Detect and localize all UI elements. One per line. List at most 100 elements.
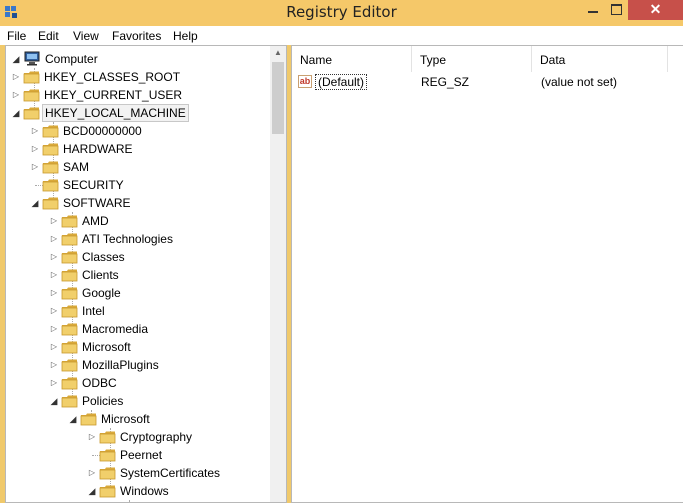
tree-item-label: Google <box>82 286 121 300</box>
tree-item-key[interactable]: ▷ AMD <box>6 212 268 230</box>
tree-item-label: AMD <box>82 214 109 228</box>
tree-item-key[interactable]: ▷ MozillaPlugins <box>6 356 268 374</box>
collapsed-arrow-icon[interactable]: ▷ <box>30 122 40 140</box>
menu-view[interactable]: View <box>73 29 99 43</box>
tree-item-key[interactable]: ▷ BCD00000000 <box>6 122 268 140</box>
collapsed-arrow-icon[interactable]: ▷ <box>87 428 97 446</box>
tree-item-key[interactable]: ▷ SystemCertificates <box>6 464 268 482</box>
column-header-name[interactable]: Name <box>292 46 412 72</box>
collapsed-arrow-icon[interactable]: ▷ <box>49 212 59 230</box>
collapsed-arrow-icon[interactable]: ▷ <box>49 248 59 266</box>
value-row[interactable]: ab (Default) REG_SZ (value not set) <box>292 73 682 91</box>
folder-icon <box>99 484 116 498</box>
collapsed-arrow-icon[interactable]: ▷ <box>49 284 59 302</box>
close-icon: ✕ <box>649 1 662 17</box>
collapsed-arrow-icon[interactable]: ▷ <box>49 338 59 356</box>
tree-item-label: Microsoft <box>82 340 131 354</box>
maximize-button[interactable] <box>606 0 628 20</box>
menu-help[interactable]: Help <box>173 29 198 43</box>
tree-item-key[interactable]: ◢ Policies <box>6 392 268 410</box>
tree-item-key[interactable]: ◢ Windows <box>6 482 268 500</box>
menu-bar: File Edit View Favorites Help <box>0 26 683 45</box>
expanded-arrow-icon[interactable]: ◢ <box>87 482 97 500</box>
folder-icon <box>61 376 78 390</box>
tree-item-key[interactable]: Peernet <box>6 446 268 464</box>
tree-item-key[interactable]: ▷ Intel <box>6 302 268 320</box>
expanded-arrow-icon[interactable]: ◢ <box>11 104 21 122</box>
client-area: ◢ Computer ▷ HKEY_CLASSES_ROOT ▷ HKEY_CURRE… <box>0 45 683 503</box>
folder-icon <box>61 304 78 318</box>
tree-item-label: Intel <box>82 304 105 318</box>
folder-icon <box>61 286 78 300</box>
tree-item-key[interactable]: ▷ Cryptography <box>6 428 268 446</box>
tree-item-key[interactable]: SECURITY <box>6 176 268 194</box>
expanded-arrow-icon[interactable]: ◢ <box>68 410 78 428</box>
expanded-arrow-icon[interactable]: ◢ <box>30 194 40 212</box>
collapsed-arrow-icon[interactable]: ▷ <box>30 140 40 158</box>
collapsed-arrow-icon[interactable]: ▷ <box>11 86 21 104</box>
folder-icon <box>99 466 116 480</box>
tree-item-hive[interactable]: ◢ HKEY_LOCAL_MACHINE <box>6 104 268 122</box>
folder-icon <box>61 250 78 264</box>
menu-edit[interactable]: Edit <box>38 29 59 43</box>
collapsed-arrow-icon[interactable]: ▷ <box>87 464 97 482</box>
tree-item-key[interactable]: ▷ ATI Technologies <box>6 230 268 248</box>
maximize-icon <box>611 4 622 15</box>
tree-item-label: Peernet <box>120 448 163 462</box>
folder-icon <box>23 70 40 84</box>
string-value-icon: ab <box>298 75 312 88</box>
collapsed-arrow-icon[interactable]: ▷ <box>49 302 59 320</box>
expanded-arrow-icon[interactable]: ◢ <box>11 50 21 68</box>
tree-item-key[interactable]: ◢ SOFTWARE <box>6 194 268 212</box>
folder-icon <box>42 124 59 138</box>
tree-item-label: HARDWARE <box>63 142 133 156</box>
tree-item-label: SOFTWARE <box>63 196 131 210</box>
tree-item-label: BCD00000000 <box>63 124 142 138</box>
collapsed-arrow-icon[interactable]: ▷ <box>49 374 59 392</box>
minimize-button[interactable] <box>580 0 606 20</box>
menu-file[interactable]: File <box>7 29 26 43</box>
tree-item-computer[interactable]: ◢ Computer <box>6 50 268 68</box>
folder-icon <box>61 268 78 282</box>
collapsed-arrow-icon[interactable]: ▷ <box>49 230 59 248</box>
folder-icon <box>99 430 116 444</box>
collapsed-arrow-icon[interactable]: ▷ <box>49 320 59 338</box>
tree-item-key[interactable]: ▷ Macromedia <box>6 320 268 338</box>
key-tree: ◢ Computer ▷ HKEY_CLASSES_ROOT ▷ HKEY_CURRE… <box>5 45 287 503</box>
tree-item-key[interactable]: ◢ Microsoft <box>6 410 268 428</box>
scroll-up-icon[interactable]: ▲ <box>270 48 286 57</box>
tree-item-hive[interactable]: ▷ HKEY_CLASSES_ROOT <box>6 68 268 86</box>
tree-item-label: Classes <box>82 250 125 264</box>
collapsed-arrow-icon[interactable]: ▷ <box>30 158 40 176</box>
tree-item-label: ATI Technologies <box>82 232 173 246</box>
menu-favorites[interactable]: Favorites <box>112 29 161 43</box>
tree-item-key[interactable]: ▷ ODBC <box>6 374 268 392</box>
tree-item-label: SAM <box>63 160 90 174</box>
folder-icon <box>99 448 116 462</box>
tree-item-key[interactable]: ▷ Clients <box>6 266 268 284</box>
tree-vertical-scrollbar[interactable]: ▲ <box>270 46 286 502</box>
folder-icon <box>42 196 59 210</box>
folder-icon <box>61 358 78 372</box>
folder-icon <box>61 322 78 336</box>
collapsed-arrow-icon[interactable]: ▷ <box>11 68 21 86</box>
tree-item-key[interactable]: ▷ Microsoft <box>6 338 268 356</box>
column-header-type[interactable]: Type <box>412 46 532 72</box>
tree-item-label: MozillaPlugins <box>82 358 159 372</box>
tree-item-label: Windows <box>120 484 169 498</box>
collapsed-arrow-icon[interactable]: ▷ <box>49 266 59 284</box>
tree-item-label: Cryptography <box>120 430 193 444</box>
tree-item-key[interactable]: ▷ SAM <box>6 158 268 176</box>
tree-item-hive[interactable]: ▷ HKEY_CURRENT_USER <box>6 86 268 104</box>
folder-icon <box>42 178 59 192</box>
expanded-arrow-icon[interactable]: ◢ <box>49 392 59 410</box>
tree-item-label: ODBC <box>82 376 117 390</box>
column-header-data[interactable]: Data <box>532 46 668 72</box>
close-button[interactable]: ✕ <box>628 0 683 20</box>
collapsed-arrow-icon[interactable]: ▷ <box>49 356 59 374</box>
tree-item-key[interactable]: ▷ Classes <box>6 248 268 266</box>
tree-item-key[interactable]: ▷ Google <box>6 284 268 302</box>
scrollbar-thumb[interactable] <box>272 62 284 134</box>
tree-item-key[interactable]: ▷ HARDWARE <box>6 140 268 158</box>
tree-item-label: SECURITY <box>63 178 124 192</box>
